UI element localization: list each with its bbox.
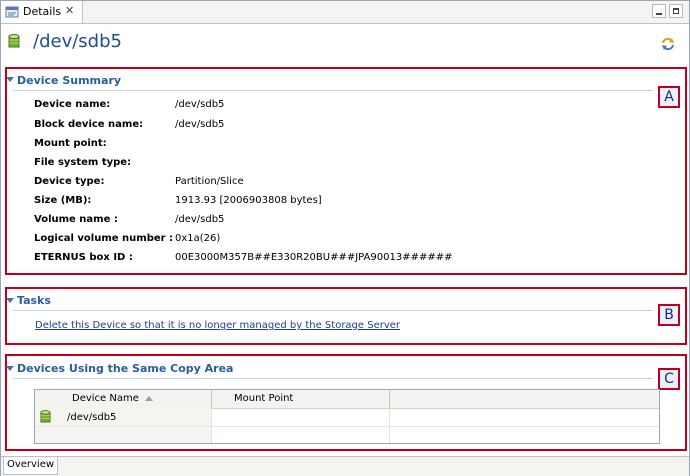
database-icon (40, 410, 51, 427)
callout-b: B (658, 304, 680, 326)
section-divider (13, 310, 653, 311)
callout-c: C (658, 368, 680, 390)
value-logical-volume-number: 0x1a(26) (175, 233, 221, 244)
value-device-name: /dev/sdb5 (175, 99, 225, 110)
collapse-tasks-icon[interactable] (6, 298, 14, 303)
close-icon[interactable]: ✕ (65, 4, 74, 17)
value-volume-name: /dev/sdb5 (175, 214, 225, 225)
row-divider (35, 426, 659, 427)
refresh-icon[interactable] (660, 36, 676, 55)
section-divider (13, 378, 653, 379)
sort-ascending-icon[interactable] (145, 396, 153, 401)
collapse-copy-area-icon[interactable] (6, 366, 14, 371)
page-title: /dev/sdb5 (33, 31, 122, 52)
column-header-device-name[interactable]: Device Name (72, 393, 139, 404)
label-file-system-type: File system type: (34, 157, 132, 168)
maximize-icon[interactable] (669, 4, 683, 18)
details-tab-icon (5, 6, 19, 21)
details-editor: Details ✕ /dev/sdb5 Device Summary A Dev… (0, 0, 690, 476)
copy-area-devices-table[interactable]: Device Name Mount Point /dev/sdb5 (34, 389, 660, 444)
database-icon (8, 34, 20, 52)
column-header-mount-point[interactable]: Mount Point (234, 393, 293, 404)
label-size: Size (MB): (34, 195, 92, 206)
tab-details[interactable]: Details ✕ (1, 1, 83, 23)
tasks-section (5, 287, 687, 345)
value-size: 1913.93 [2006903808 bytes] (175, 195, 322, 206)
value-block-device-name: /dev/sdb5 (175, 119, 225, 130)
label-device-type: Device type: (34, 176, 105, 187)
tab-overview[interactable]: Overview (3, 457, 58, 475)
device-summary-heading[interactable]: Device Summary (17, 74, 121, 87)
value-device-type: Partition/Slice (175, 176, 244, 187)
label-device-name: Device name: (34, 99, 111, 110)
column-separator[interactable] (389, 390, 390, 408)
label-logical-volume-number: Logical volume number : (34, 233, 174, 244)
column-separator[interactable] (211, 390, 212, 408)
label-mount-point: Mount point: (34, 138, 107, 149)
section-divider (13, 90, 653, 91)
tab-details-label: Details (23, 5, 62, 18)
table-header: Device Name Mount Point (35, 390, 659, 409)
minimize-icon[interactable] (652, 4, 666, 18)
label-block-device-name: Block device name: (34, 119, 144, 130)
value-eternus-box-id: 00E3000M357B##E330R20BU###JPA90013###### (175, 252, 453, 263)
label-volume-name: Volume name : (34, 214, 118, 225)
delete-device-link[interactable]: Delete this Device so that it is no long… (35, 320, 400, 331)
editor-tab-strip: Details ✕ (1, 1, 689, 24)
tasks-heading[interactable]: Tasks (17, 294, 51, 307)
cell-device-name: /dev/sdb5 (67, 412, 117, 423)
label-eternus-box-id: ETERNUS box ID : (34, 252, 133, 263)
copy-area-heading[interactable]: Devices Using the Same Copy Area (17, 362, 233, 375)
collapse-summary-icon[interactable] (6, 77, 14, 82)
callout-a: A (658, 86, 680, 108)
bottom-tab-strip: Overview (1, 456, 689, 476)
